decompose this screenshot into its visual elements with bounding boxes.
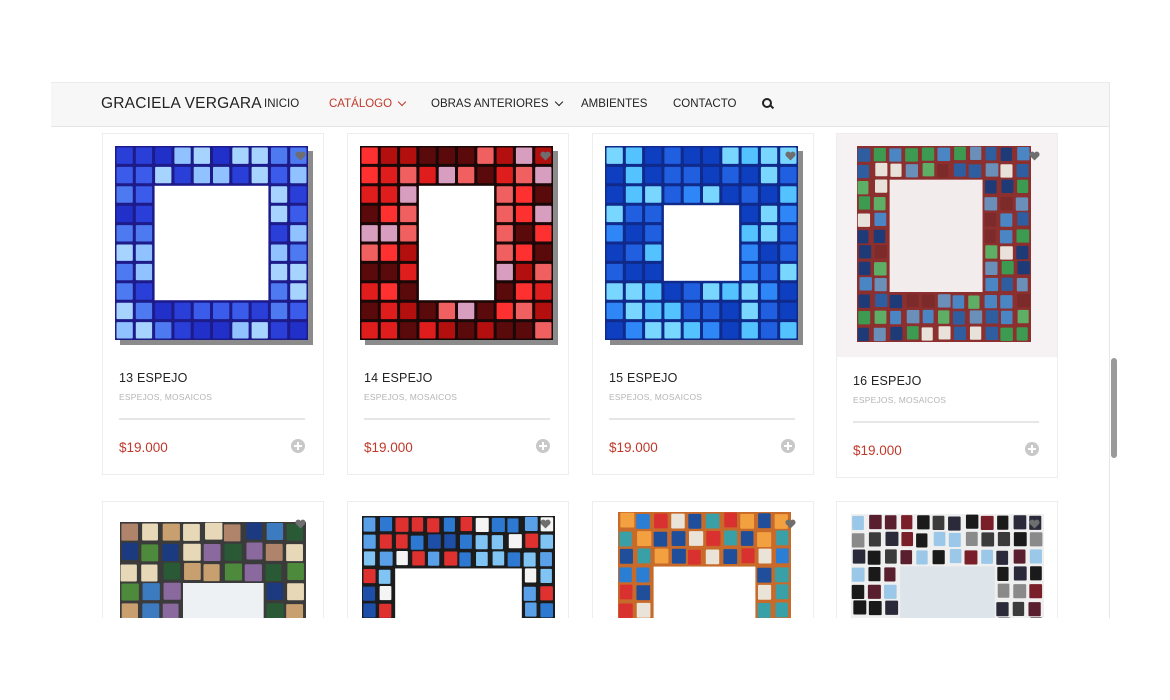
product-price: $19.000 — [609, 440, 658, 455]
nav-label: CATÁLOGO — [329, 98, 393, 110]
heart-icon[interactable] — [540, 519, 551, 529]
product-categories[interactable]: ESPEJOS, MOSAICOS — [364, 392, 457, 402]
heart-icon[interactable] — [295, 519, 306, 529]
chevron-down-icon — [554, 97, 563, 107]
nav-item-contacto[interactable]: CONTACTO — [673, 98, 736, 110]
add-circle-icon[interactable] — [536, 439, 550, 453]
product-image[interactable] — [103, 502, 323, 618]
site-brand[interactable]: GRACIELA VERGARA — [101, 95, 262, 113]
mosaic-mirror-image — [362, 516, 563, 618]
mosaic-mirror-image — [618, 512, 799, 618]
nav-item-obras-anteriores[interactable]: OBRAS ANTERIORES — [431, 97, 563, 110]
chevron-down-icon — [397, 97, 407, 107]
divider — [119, 418, 305, 420]
browser-viewport: GRACIELA VERGARA INICIO CATÁLOGO OBRAS A… — [51, 82, 1110, 618]
product-title[interactable]: 15 ESPEJO — [609, 371, 678, 385]
nav-label: CONTACTO — [673, 98, 737, 110]
mosaic-mirror-image — [360, 146, 561, 348]
product-image[interactable] — [593, 134, 813, 354]
add-circle-icon[interactable] — [291, 439, 305, 453]
heart-icon[interactable] — [1029, 519, 1040, 529]
product-image[interactable] — [348, 134, 568, 354]
nav-label: OBRAS ANTERIORES — [431, 98, 549, 110]
product-categories[interactable]: ESPEJOS, MOSAICOS — [609, 392, 702, 402]
product-card[interactable]: 13 ESPEJO ESPEJOS, MOSAICOS $19.000 — [102, 133, 324, 475]
divider — [609, 418, 795, 420]
add-circle-icon[interactable] — [781, 439, 795, 453]
divider — [853, 421, 1039, 423]
heart-icon[interactable] — [1029, 151, 1040, 161]
product-image[interactable] — [837, 134, 1057, 357]
navbar: GRACIELA VERGARA INICIO CATÁLOGO OBRAS A… — [51, 82, 1109, 127]
product-price: $19.000 — [853, 443, 902, 458]
heart-icon[interactable] — [785, 151, 796, 161]
product-image[interactable] — [103, 134, 323, 354]
mosaic-mirror-image — [851, 514, 1052, 618]
product-title[interactable]: 16 ESPEJO — [853, 374, 922, 388]
scrollbar-thumb[interactable] — [1111, 358, 1117, 458]
divider — [364, 418, 550, 420]
mosaic-mirror-image — [605, 146, 806, 348]
heart-icon[interactable] — [295, 151, 306, 161]
product-card[interactable] — [836, 501, 1058, 618]
search-icon[interactable] — [762, 98, 775, 110]
nav-item-catalogo[interactable]: CATÁLOGO — [329, 97, 407, 110]
product-card[interactable] — [347, 501, 569, 618]
product-categories[interactable]: ESPEJOS, MOSAICOS — [119, 392, 212, 402]
product-card[interactable] — [592, 501, 814, 618]
product-image[interactable] — [837, 502, 1057, 618]
product-card[interactable]: 14 ESPEJO ESPEJOS, MOSAICOS $19.000 — [347, 133, 569, 475]
nav-label: AMBIENTES — [581, 98, 648, 110]
product-image[interactable] — [348, 502, 568, 618]
product-image[interactable] — [593, 502, 813, 618]
product-card[interactable] — [102, 501, 324, 618]
nav-item-inicio[interactable]: INICIO — [264, 98, 299, 110]
product-title[interactable]: 13 ESPEJO — [119, 371, 188, 385]
product-price: $19.000 — [364, 440, 413, 455]
mosaic-mirror-image — [120, 522, 314, 618]
mosaic-mirror-image — [857, 146, 1039, 350]
nav-item-ambientes[interactable]: AMBIENTES — [581, 98, 647, 110]
product-categories[interactable]: ESPEJOS, MOSAICOS — [853, 395, 946, 405]
product-card[interactable]: 16 ESPEJO ESPEJOS, MOSAICOS $19.000 — [836, 133, 1058, 478]
mosaic-mirror-image — [115, 146, 316, 348]
product-title[interactable]: 14 ESPEJO — [364, 371, 433, 385]
nav-label: INICIO — [264, 98, 300, 110]
product-card[interactable]: 15 ESPEJO ESPEJOS, MOSAICOS $19.000 — [592, 133, 814, 475]
product-price: $19.000 — [119, 440, 168, 455]
heart-icon[interactable] — [540, 151, 551, 161]
add-circle-icon[interactable] — [1025, 442, 1039, 456]
heart-icon[interactable] — [785, 519, 796, 529]
